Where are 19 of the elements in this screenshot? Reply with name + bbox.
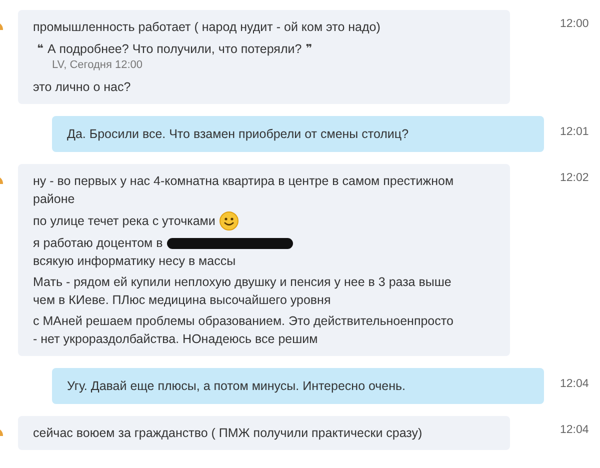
message-text: промышленность работает ( народ нудит - ой ком это надо) bbox=[33, 19, 380, 36]
message-text: с МАней решаем проблемы образованием. Это действительноенпросто - нет укрораздолбайства. НОнадеюсь все решим bbox=[33, 313, 454, 348]
message-time: 12:02 bbox=[560, 172, 589, 184]
message-text: Угу. Давай еще плюсы, а потом минусы. Интересно очень. bbox=[67, 378, 406, 395]
message-text: Да. Бросили все. Что взамен приобрели от смены столиц? bbox=[67, 126, 409, 143]
smiley-icon bbox=[219, 211, 240, 231]
message-time: 12:04 bbox=[560, 424, 589, 436]
quote-author: LV, Сегодня 12:00 bbox=[52, 58, 144, 72]
message-time: 12:01 bbox=[560, 126, 589, 138]
message-time: 12:00 bbox=[560, 18, 589, 30]
message-text: всякую информатику несу в массы bbox=[33, 253, 236, 270]
quote-mark: ❝ bbox=[37, 41, 44, 57]
message-text: по улице течет река с уточками bbox=[33, 213, 216, 230]
quoted-text: А подробнее? Что получили, что потеряли? bbox=[47, 41, 302, 58]
quote-mark: ❞ bbox=[306, 41, 312, 57]
message-text: сейчас воюем за гражданство ( ПМЖ получили практически сразу) bbox=[33, 425, 422, 442]
message-time: 12:04 bbox=[560, 378, 589, 390]
message-text: это лично о нас? bbox=[33, 79, 131, 96]
message-text: я работаю доцентом в bbox=[33, 235, 163, 252]
